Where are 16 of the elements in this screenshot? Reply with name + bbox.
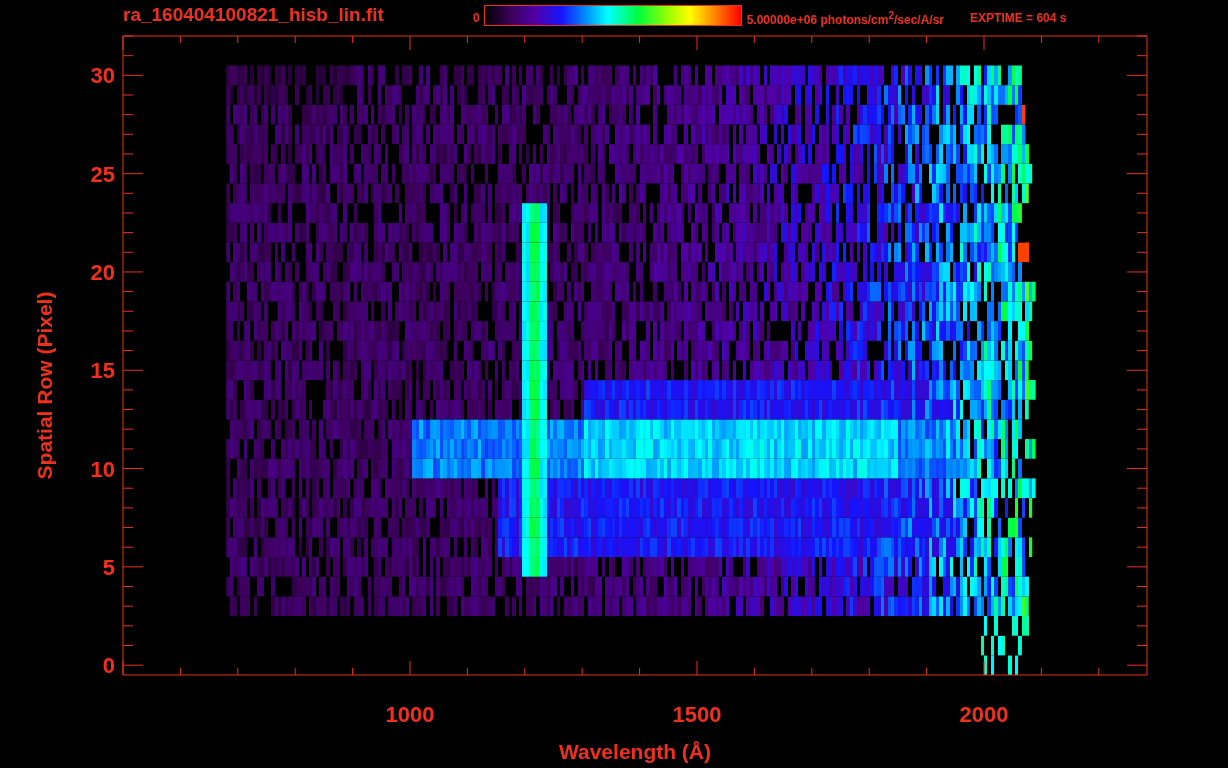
exposure-time: EXPTIME = 604 s xyxy=(970,11,1067,25)
file-title: ra_160404100821_hisb_lin.fit xyxy=(123,4,385,26)
y-tick-label: 0 xyxy=(102,653,115,679)
y-tick-label: 10 xyxy=(90,456,115,482)
y-tick-label: 25 xyxy=(90,161,115,187)
y-tick-label: 20 xyxy=(90,259,115,285)
y-tick-label: 5 xyxy=(102,554,115,580)
colorbar-max-label: 5.00000e+06 photons/cm$^{2}$/sec/A/sr xyxy=(746,9,945,27)
x-tick-label: 1500 xyxy=(672,702,722,727)
x-tick-label: 2000 xyxy=(959,702,1009,727)
x-tick-label: 1000 xyxy=(385,702,435,727)
y-axis-label: Spatial Row (Pixel) xyxy=(33,291,56,480)
x-axis-label: Wavelength (Å) xyxy=(558,740,712,763)
colorbar-min-label: 0 xyxy=(473,11,480,25)
y-tick-label: 15 xyxy=(90,358,115,384)
y-tick-label: 30 xyxy=(90,63,115,89)
